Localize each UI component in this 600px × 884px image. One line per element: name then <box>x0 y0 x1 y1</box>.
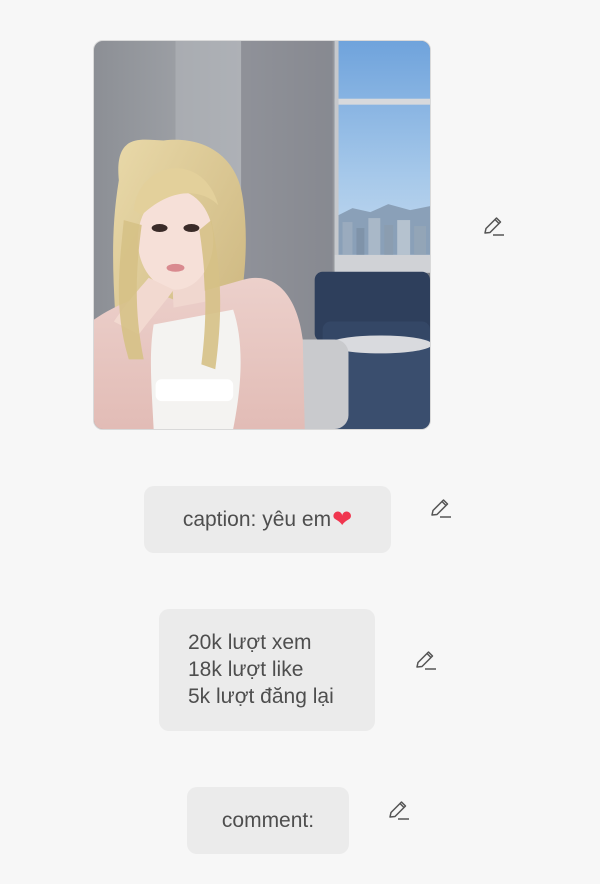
edit-caption-button[interactable] <box>425 493 455 523</box>
comment-label: comment: <box>221 809 315 832</box>
likes-count: 18k lượt like <box>188 658 304 681</box>
views-count: 20k lượt xem <box>188 631 312 654</box>
pencil-edit-icon <box>431 499 451 518</box>
pencil-edit-icon <box>389 801 409 820</box>
portrait-image <box>94 41 430 429</box>
edit-stats-button[interactable] <box>410 645 440 675</box>
edit-photo-button[interactable] <box>478 211 508 241</box>
pencil-edit-icon <box>484 217 504 236</box>
stats-bubble: 20k lượt xem 18k lượt like 5k lượt đăng … <box>159 609 375 731</box>
post-photo[interactable] <box>93 40 431 430</box>
comment-bubble: comment: <box>187 787 349 854</box>
edit-comment-button[interactable] <box>383 795 413 825</box>
heart-emoji: ❤ <box>332 506 353 533</box>
reposts-count: 5k lượt đăng lại <box>188 685 334 708</box>
pencil-edit-icon <box>416 651 436 670</box>
caption-bubble: caption: yêu em ❤ <box>144 486 391 553</box>
caption-text: caption: yêu em <box>182 508 332 531</box>
